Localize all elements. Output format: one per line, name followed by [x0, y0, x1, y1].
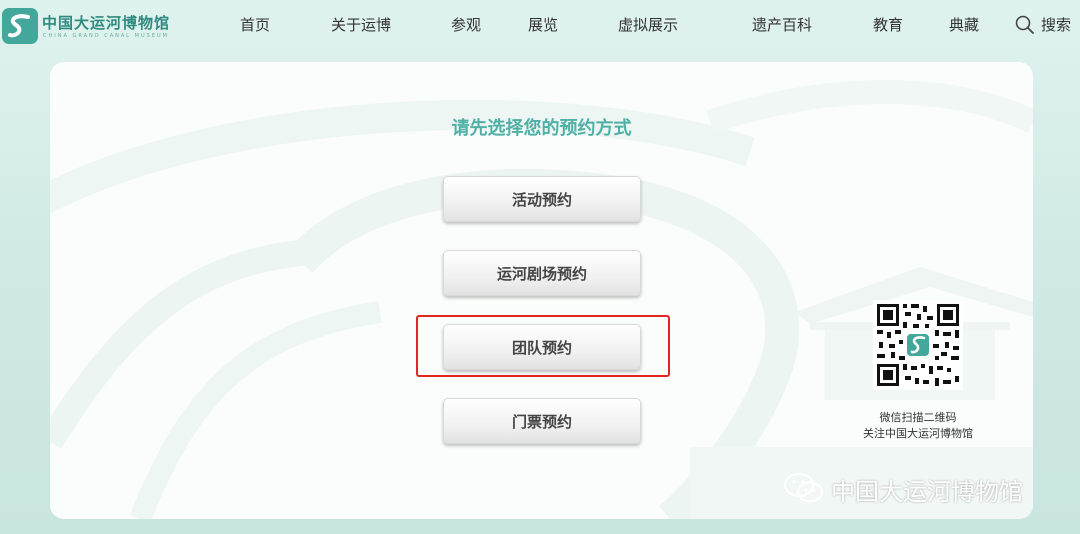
nav-home[interactable]: 首页 — [240, 14, 270, 35]
activity-booking-button[interactable]: 活动预约 — [443, 176, 641, 222]
logo-title: 中国大运河博物馆 — [42, 14, 171, 32]
wechat-icon — [784, 473, 823, 503]
site-header: 中国大运河博物馆 CHINA GRAND CANAL MUSEUM 首页 关于运… — [0, 0, 1080, 52]
nav-virtual[interactable]: 虚拟展示 — [618, 14, 678, 35]
qr-code-icon — [873, 300, 963, 390]
page-heading: 请先选择您的预约方式 — [451, 118, 632, 139]
site-logo[interactable]: 中国大运河博物馆 CHINA GRAND CANAL MUSEUM — [2, 4, 172, 46]
logo-subtitle: CHINA GRAND CANAL MUSEUM — [43, 33, 169, 39]
search-label: 搜索 — [1041, 16, 1072, 34]
nav-visit[interactable]: 参观 — [451, 14, 481, 35]
group-booking-button[interactable]: 团队预约 — [443, 324, 641, 370]
qr-caption-line1: 微信扫描二维码 — [879, 411, 957, 424]
nav-heritage[interactable]: 遗产百科 — [752, 14, 812, 35]
qr-caption-line2: 关注中国大运河博物馆 — [863, 427, 973, 440]
canal-theater-booking-button[interactable]: 运河剧场预约 — [443, 250, 641, 296]
canal-logo-icon — [2, 8, 38, 44]
search-icon — [1015, 15, 1034, 34]
reservation-card: 请先选择您的预约方式 活动预约 运河剧场预约 团队预约 门票预约 微信扫描二维码… — [50, 62, 1033, 519]
nav-about[interactable]: 关于运博 — [331, 14, 391, 35]
nav-collection[interactable]: 典藏 — [949, 14, 979, 35]
nav-education[interactable]: 教育 — [873, 14, 903, 35]
ticket-booking-button[interactable]: 门票预约 — [443, 398, 641, 444]
qr-caption: 微信扫描二维码 关注中国大运河博物馆 — [818, 410, 1018, 442]
wechat-qr-code — [873, 300, 963, 390]
watermark-text: 中国大运河博物馆 — [831, 478, 1023, 506]
nav-exhibitions[interactable]: 展览 — [528, 14, 558, 35]
